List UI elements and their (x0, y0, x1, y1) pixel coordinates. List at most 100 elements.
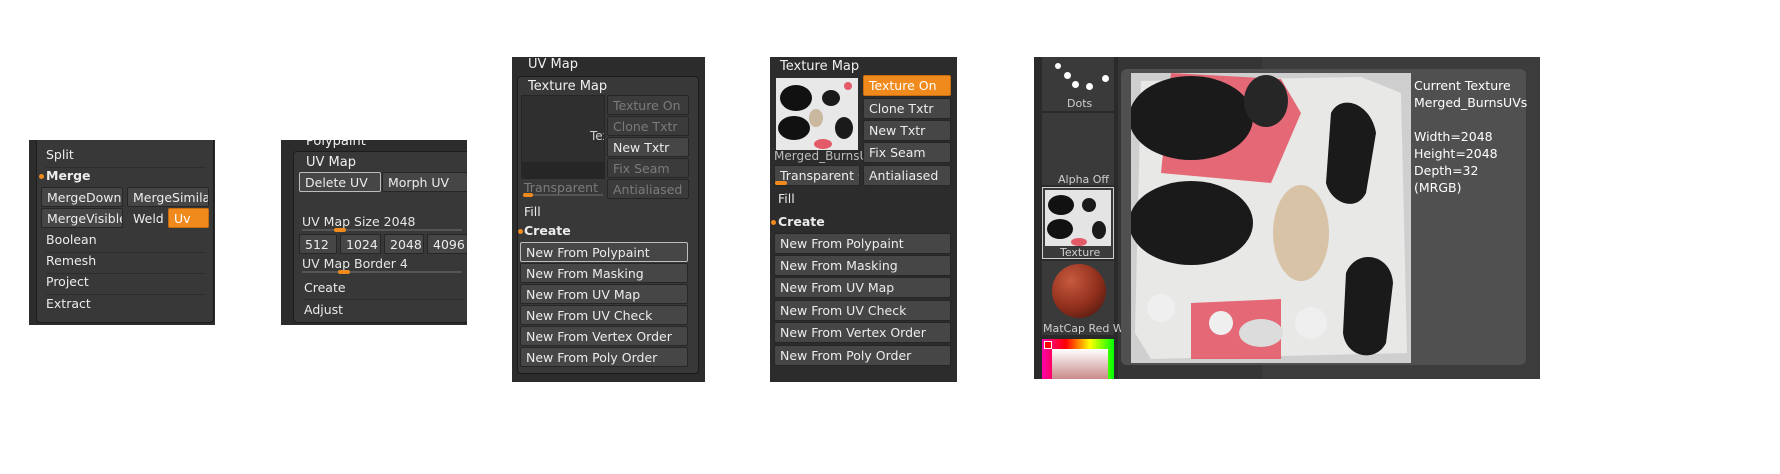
new-from-vertex-order-button[interactable]: New From Vertex Order (774, 322, 951, 343)
new-from-poly-order-button[interactable]: New From Poly Order (520, 347, 688, 367)
delete-uv-button[interactable]: Delete UV (299, 172, 381, 192)
clone-txtr-button[interactable]: Clone Txtr (607, 116, 689, 136)
create-button[interactable]: Create (304, 280, 464, 300)
texture-thumbnail-bottom (522, 162, 604, 178)
texture-map-header[interactable]: Texture Map (528, 79, 607, 94)
texture-map-panel-off: UV Map Texture Map Tex Texture On Clone … (512, 57, 705, 382)
new-from-uv-map-button[interactable]: New From UV Map (520, 284, 688, 304)
antialiased-button[interactable]: Antialiased (607, 179, 689, 199)
project-button[interactable]: Project (46, 274, 206, 295)
texture-depth: Depth=32 (MRGB) (1414, 163, 1479, 195)
new-from-uv-map-button[interactable]: New From UV Map (774, 277, 951, 298)
matcap-label: MatCap Red Wa (1043, 322, 1130, 335)
transparent-slider-handle[interactable] (523, 193, 533, 197)
texture-on-button[interactable]: Texture On (863, 75, 951, 96)
weld-button[interactable]: Weld (127, 208, 167, 228)
merge-similar-button[interactable]: MergeSimilar (127, 187, 209, 207)
texture-on-button[interactable]: Texture On (607, 95, 689, 115)
subtool-split-panel: Split Merge MergeDown MergeSimilar Merge… (29, 140, 215, 325)
uv-map-border-slider-track[interactable] (302, 271, 462, 273)
fix-seam-button[interactable]: Fix Seam (607, 158, 689, 178)
dots-stroke-slot[interactable]: Dots (1042, 57, 1114, 111)
uv-map-size-slider-track[interactable] (302, 229, 462, 231)
create-section-header[interactable]: Create (778, 214, 825, 229)
uv-map-border-value: 4 (399, 256, 408, 271)
current-texture-name: Merged_BurnsUVs (1414, 95, 1528, 110)
merge-visible-button[interactable]: MergeVisible (41, 208, 123, 228)
uv-map-header[interactable]: UV Map (528, 57, 578, 72)
create-indicator-dot (518, 229, 523, 234)
transparent-slider-handle[interactable] (775, 181, 787, 185)
uv-texture-image (1131, 73, 1411, 363)
antialiased-button[interactable]: Antialiased (863, 165, 951, 186)
uv-button[interactable]: Uv (168, 208, 209, 228)
texture-thumbnail-label: Tex (590, 129, 604, 143)
new-from-vertex-order-button[interactable]: New From Vertex Order (520, 326, 688, 346)
new-txtr-button[interactable]: New Txtr (863, 120, 951, 141)
new-from-uv-check-button[interactable]: New From UV Check (774, 300, 951, 321)
texture-thumbnail[interactable] (776, 78, 858, 150)
fix-seam-button[interactable]: Fix Seam (863, 142, 951, 163)
new-from-uv-check-button[interactable]: New From UV Check (520, 305, 688, 325)
color-picker-marker[interactable] (1044, 341, 1052, 349)
texture-preview-frame: Current Texture Merged_BurnsUVs Width=20… (1121, 69, 1527, 365)
texture-label: Texture (1060, 246, 1101, 259)
material-slot[interactable]: MatCap Red Wa (1042, 261, 1130, 335)
dots-label: Dots (1067, 97, 1093, 110)
subtool-split-group: Split Merge MergeDown MergeSimilar Merge… (36, 140, 214, 323)
new-txtr-button[interactable]: New Txtr (607, 137, 689, 157)
new-from-masking-button[interactable]: New From Masking (774, 255, 951, 276)
palette-column: Dots Alpha Off Texture MatCap Red Wa (1034, 57, 1130, 379)
matcap-sphere (1052, 264, 1106, 318)
texture-preview-panel: Dots Alpha Off Texture MatCap Red Wa Cur… (1034, 57, 1540, 379)
uv-map-size-slider-handle[interactable] (334, 228, 346, 232)
size-512-button[interactable]: 512 (299, 234, 337, 254)
texture-map-header[interactable]: Texture Map (780, 59, 859, 74)
create-section-header[interactable]: Create (524, 223, 571, 238)
texture-info: Current Texture Merged_BurnsUVs Width=20… (1414, 77, 1527, 196)
texture-height: Height=2048 (1414, 146, 1498, 161)
clone-txtr-button[interactable]: Clone Txtr (863, 98, 951, 119)
transparent-label: Transparent (524, 180, 599, 195)
uv-map-group: UV Map Delete UV Morph UV UV Map Size 20… (293, 151, 467, 323)
uv-map-border-slider-handle[interactable] (338, 270, 350, 274)
split-button[interactable]: Split (46, 147, 206, 168)
texture-map-panel-on: Texture Map Merged_BurnsU Texture On Clo… (770, 57, 957, 382)
merge-section-header[interactable]: Merge (46, 168, 91, 183)
current-texture-title: Current Texture (1414, 78, 1511, 93)
uv-map-size-label: UV Map Size 2048 (302, 214, 416, 229)
size-1024-button[interactable]: 1024 (340, 234, 381, 254)
uv-map-panel: Polypaint UV Map Delete UV Morph UV UV M… (281, 140, 467, 325)
merge-down-button[interactable]: MergeDown (41, 187, 123, 207)
alpha-slot[interactable]: Alpha Off (1042, 113, 1114, 186)
boolean-button[interactable]: Boolean (46, 232, 206, 253)
transparent-value: 0 (858, 168, 859, 183)
color-picker-saturation (1052, 349, 1108, 379)
polypaint-header[interactable]: Polypaint (306, 140, 366, 149)
uv-map-border-label: UV Map Border 4 (302, 256, 408, 271)
morph-uv-button[interactable]: Morph UV (382, 172, 467, 192)
new-from-polypaint-button[interactable]: New From Polypaint (520, 242, 688, 262)
uv-map-size-value: 2048 (383, 214, 416, 229)
new-from-masking-button[interactable]: New From Masking (520, 263, 688, 283)
new-from-polypaint-button[interactable]: New From Polypaint (774, 233, 951, 254)
uv-map-header[interactable]: UV Map (306, 155, 356, 170)
merge-indicator-dot (39, 174, 44, 179)
fill-button[interactable]: Fill (524, 204, 541, 219)
size-2048-button[interactable]: 2048 (384, 234, 424, 254)
texture-thumbnail[interactable]: Tex (521, 95, 605, 179)
fill-button[interactable]: Fill (778, 191, 795, 206)
color-picker[interactable] (1042, 339, 1114, 379)
extract-button[interactable]: Extract (46, 296, 206, 316)
size-4096-button[interactable]: 4096 (427, 234, 467, 254)
adjust-button[interactable]: Adjust (304, 302, 343, 317)
texture-width: Width=2048 (1414, 129, 1493, 144)
transparent-slider-track[interactable] (523, 194, 603, 196)
new-from-poly-order-button[interactable]: New From Poly Order (774, 345, 951, 366)
texture-slot[interactable]: Texture (1042, 187, 1114, 259)
remesh-button[interactable]: Remesh (46, 253, 206, 274)
texture-slot-image (1045, 190, 1111, 246)
create-indicator-dot (771, 220, 776, 225)
texture-thumbnail-image (776, 78, 858, 150)
